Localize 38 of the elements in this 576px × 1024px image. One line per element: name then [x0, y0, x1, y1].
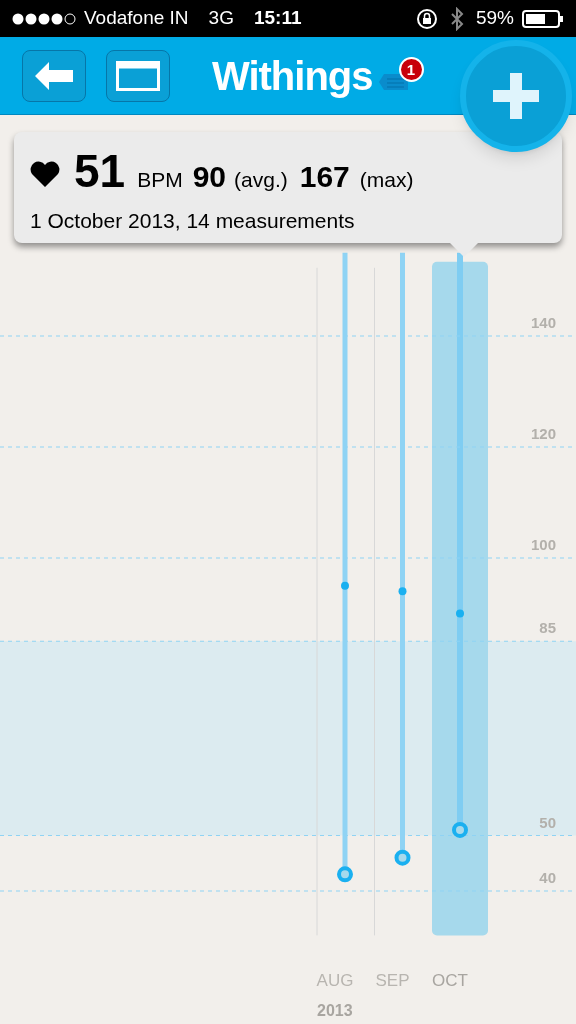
signal-strength-icon: [12, 12, 76, 25]
average-label: (avg.): [234, 167, 288, 193]
view-toggle-button[interactable]: [106, 49, 170, 102]
app-title: Withings: [212, 52, 373, 100]
year-label: 2013: [317, 1002, 353, 1019]
battery-percentage: 59%: [475, 6, 514, 31]
minimum-point: [394, 849, 411, 866]
average-value: 90: [192, 159, 227, 195]
unit-label: BPM: [137, 167, 183, 193]
minimum-point: [452, 821, 468, 838]
y-tick-label: 120: [530, 425, 556, 442]
carrier-name: Vodafone IN: [84, 6, 189, 31]
measurement-summary: 1 October 2013, 14 measurements: [30, 208, 356, 234]
heart-rate-value: 51: [74, 148, 126, 194]
left-arrow-icon: [35, 61, 73, 90]
y-tick-label: 40: [539, 869, 556, 886]
back-button[interactable]: [22, 49, 86, 102]
network-type: 3G: [208, 6, 234, 31]
y-tick-label: 140: [530, 314, 556, 331]
plus-icon: [493, 73, 539, 119]
maximum-label: (max): [359, 167, 414, 193]
battery-icon: [522, 8, 564, 29]
y-tick-label: 100: [530, 536, 556, 553]
notification-badge: 1: [398, 56, 424, 82]
average-point: [398, 587, 407, 596]
heart-icon: [30, 161, 60, 187]
y-tick-label: 85: [539, 619, 556, 637]
minimum-point: [337, 866, 353, 883]
rotation-lock-icon: [415, 7, 438, 30]
message-icon: [378, 71, 409, 92]
average-point: [341, 581, 349, 590]
messages-button[interactable]: 1: [376, 55, 425, 96]
maximum-value: 167: [299, 159, 350, 195]
window-icon: [116, 60, 160, 91]
y-tick-label: 50: [539, 813, 556, 831]
average-point: [456, 609, 464, 618]
bluetooth-icon: [449, 6, 464, 31]
clock-time: 15:11: [253, 6, 302, 31]
